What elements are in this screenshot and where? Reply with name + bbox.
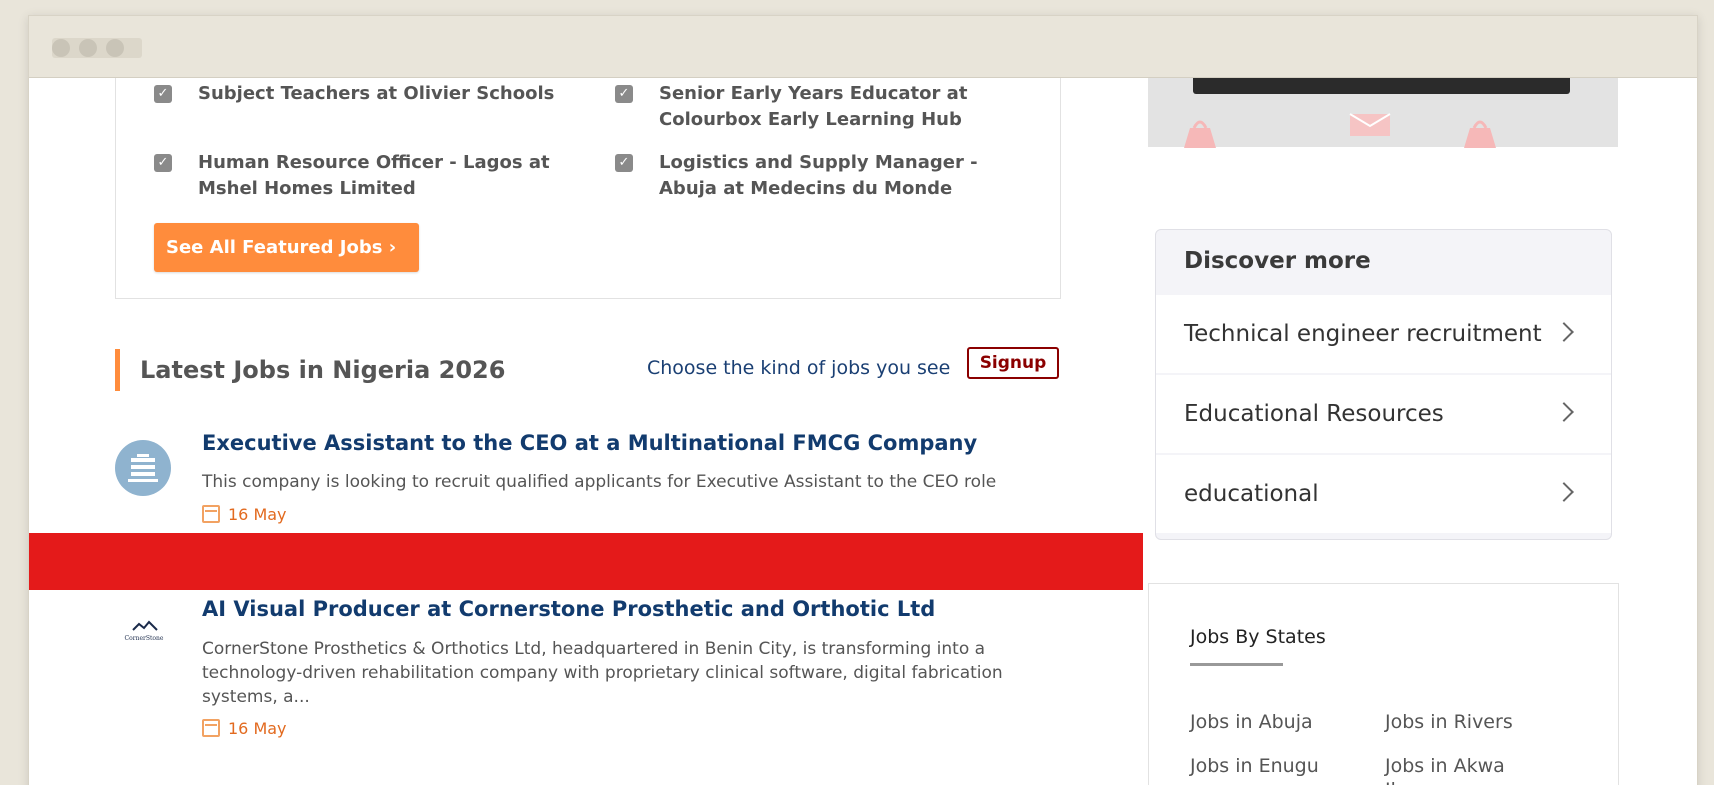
featured-job-label: Human Resource Officer - Lagos at Mshel … — [198, 152, 550, 199]
job-description: This company is looking to recruit quali… — [202, 472, 997, 492]
job-description: CornerStone Prosthetics & Orthotics Ltd,… — [202, 639, 1003, 707]
chevron-right-icon — [1554, 322, 1574, 342]
svg-text:CornerStone: CornerStone — [125, 635, 164, 642]
latest-jobs-heading: Latest Jobs in Nigeria 2026 — [115, 349, 505, 391]
jobs-by-states-panel: Jobs By States Jobs in Abuja Jobs in Riv… — [1148, 583, 1619, 785]
featured-job-item[interactable]: ✓ Human Resource Officer - Lagos at Mshe… — [154, 150, 578, 202]
job-date-text: 16 May — [228, 719, 287, 738]
discover-more-panel: Discover more Technical engineer recruit… — [1155, 229, 1612, 540]
chevron-right-icon — [1554, 482, 1574, 502]
job-title-link[interactable]: AI Visual Producer at Cornerstone Prosth… — [202, 597, 935, 621]
calendar-icon — [202, 505, 220, 523]
featured-job-item[interactable]: ✓ Subject Teachers at Olivier Schools — [154, 81, 578, 107]
check-icon: ✓ — [615, 154, 633, 172]
discover-item-label: educational — [1184, 481, 1319, 507]
state-link[interactable]: Jobs in Rivers — [1385, 710, 1575, 734]
discover-item-label: Educational Resources — [1184, 401, 1444, 427]
window-titlebar — [29, 16, 1697, 78]
discover-item[interactable]: Technical engineer recruitment — [1156, 295, 1611, 373]
browser-window: ✓ Subject Teachers at Olivier Schools ✓ … — [28, 15, 1698, 785]
bag-icon — [1184, 120, 1216, 148]
cornerstone-logo-icon: CornerStone — [125, 620, 164, 642]
discover-item-label: Technical engineer recruitment — [1184, 321, 1542, 347]
discover-item[interactable]: Educational Resources — [1156, 375, 1611, 453]
ad-banner[interactable] — [29, 533, 1143, 590]
see-all-featured-jobs-button[interactable]: See All Featured Jobs › — [154, 223, 419, 272]
calendar-icon — [202, 719, 220, 737]
chevron-right-icon — [1554, 402, 1574, 422]
featured-jobs-box: ✓ Subject Teachers at Olivier Schools ✓ … — [115, 46, 1061, 299]
jobs-by-states-title: Jobs By States — [1190, 626, 1326, 648]
title-underline — [1190, 663, 1283, 666]
bag-icon — [1464, 120, 1496, 148]
featured-job-label: Subject Teachers at Olivier Schools — [198, 83, 555, 104]
job-date: 16 May — [202, 718, 287, 740]
job-date: 16 May — [202, 504, 287, 526]
featured-job-label: Senior Early Years Educator at Colourbox… — [659, 83, 968, 130]
state-link[interactable]: Jobs in Abuja — [1190, 710, 1380, 734]
page-content: ✓ Subject Teachers at Olivier Schools ✓ … — [29, 16, 1697, 785]
building-icon — [128, 454, 158, 482]
check-icon: ✓ — [154, 154, 172, 172]
discover-more-title: Discover more — [1184, 248, 1371, 274]
window-control-button[interactable] — [52, 39, 70, 57]
envelope-icon — [1349, 113, 1391, 136]
window-controls — [52, 38, 142, 58]
signup-button[interactable]: Signup — [967, 347, 1059, 379]
building-logo[interactable] — [115, 440, 171, 496]
featured-job-item[interactable]: ✓ Logistics and Supply Manager - Abuja a… — [615, 150, 1039, 202]
featured-job-label: Logistics and Supply Manager - Abuja at … — [659, 152, 978, 199]
cornerstone-logo[interactable]: CornerStone — [115, 616, 173, 650]
job-title-link[interactable]: Executive Assistant to the CEO at a Mult… — [202, 431, 977, 455]
check-icon: ✓ — [154, 85, 172, 103]
state-link[interactable]: Jobs in Enugu — [1190, 754, 1380, 778]
choose-jobs-text: Choose the kind of jobs you see — [647, 357, 951, 379]
check-icon: ✓ — [615, 85, 633, 103]
job-date-text: 16 May — [228, 505, 287, 524]
window-control-button[interactable] — [79, 39, 97, 57]
state-link[interactable]: Jobs in Akwa Ibom — [1385, 754, 1535, 785]
discover-item[interactable]: educational — [1156, 455, 1611, 533]
window-control-button[interactable] — [106, 39, 124, 57]
featured-job-item[interactable]: ✓ Senior Early Years Educator at Colourb… — [615, 81, 1039, 133]
